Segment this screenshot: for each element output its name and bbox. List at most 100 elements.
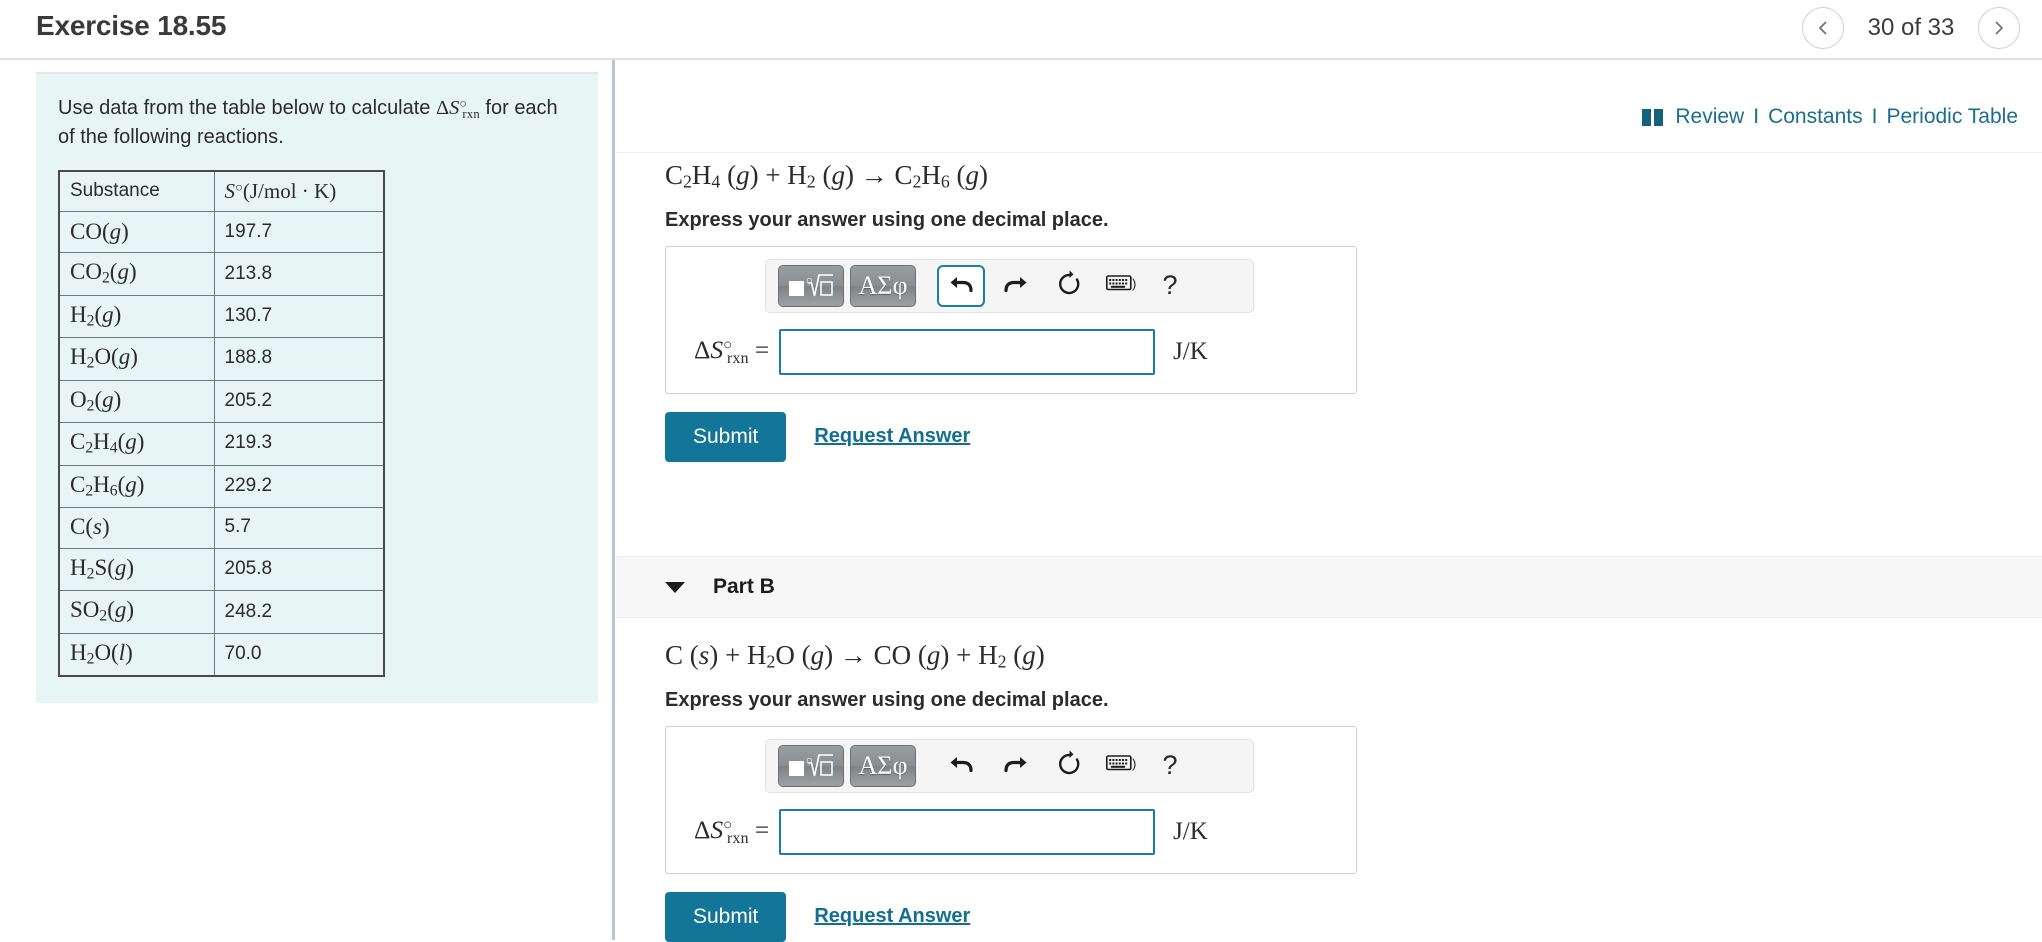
substance-formula: O2(g) — [70, 386, 122, 415]
constants-link[interactable]: Constants — [1768, 105, 1863, 129]
cell-substance: H2O(l) — [58, 632, 215, 677]
review-link[interactable]: Review — [1675, 105, 1744, 129]
keyboard-button[interactable]: ) — [1099, 745, 1147, 787]
part-a-answer-unit: J/K — [1173, 337, 1208, 365]
redo-button[interactable] — [991, 265, 1039, 307]
keyboard-icon: ) — [1106, 753, 1140, 778]
page-title: Exercise 18.55 — [36, 10, 227, 41]
greek-symbols-button[interactable]: ΑΣφ — [850, 264, 916, 307]
part-a-submit-button[interactable]: Submit — [665, 411, 787, 462]
entropy-value: 70.0 — [224, 643, 262, 665]
next-exercise-button[interactable] — [1978, 7, 2020, 49]
substance-formula: SO2(g) — [70, 597, 135, 625]
part-a-body: C2H4 (g) + H2 (g) → C2H6 (g) Express you… — [616, 160, 2042, 462]
part-b-answer-label: ΔS○rxn = — [694, 815, 770, 847]
redo-button[interactable] — [991, 745, 1039, 787]
table-row: SO2(g) 248.2 — [58, 590, 385, 634]
math-template-button[interactable]: ▫ — [778, 264, 844, 307]
substance-formula: H2O(g) — [70, 344, 138, 372]
undo-button[interactable] — [937, 264, 985, 307]
part-b-body: C (s) + H2O (g) → CO (g) + H2 (g) Expres… — [616, 640, 2042, 942]
keyboard-button[interactable]: ) — [1099, 265, 1147, 307]
substance-formula: CO(g) — [70, 218, 129, 244]
pagination: 30 of 33 — [1802, 7, 2020, 49]
cell-entropy-value: 70.0 — [213, 632, 385, 677]
cell-entropy-value: 229.2 — [213, 464, 385, 508]
answer-panel: Review I Constants I Periodic Table C2H4… — [616, 60, 2042, 942]
statement-prefix: Use data from the table below to calcula… — [58, 97, 436, 119]
table-row: CO2(g) 213.8 — [58, 252, 385, 296]
undo-arrow-icon — [948, 751, 975, 780]
svg-text:): ) — [1132, 276, 1136, 291]
table-row: C(s) 5.7 — [58, 506, 385, 549]
resource-links: Review I Constants I Periodic Table — [1642, 105, 2018, 129]
greek-symbols-button[interactable]: ΑΣφ — [850, 744, 916, 787]
sqrt-template-icon: ▫ — [789, 273, 833, 296]
chevron-left-icon — [1815, 20, 1831, 36]
entropy-value: 205.2 — [224, 389, 273, 411]
column-divider — [612, 60, 615, 940]
caret-down-icon — [665, 581, 685, 593]
table-row: H2S(g) 205.8 — [58, 547, 385, 592]
cell-entropy-value: 197.7 — [213, 211, 385, 254]
help-button[interactable]: ? — [1153, 750, 1187, 781]
part-b-request-answer-link[interactable]: Request Answer — [814, 905, 970, 928]
part-a-answer-row: ΔS○rxn = J/K — [680, 328, 1342, 375]
part-b-answer-box: ▫ ΑΣφ) ? ΔS○rxn = J/K — [665, 725, 1357, 874]
part-a-math-toolbar: ▫ ΑΣφ) ? — [765, 258, 1254, 313]
part-b-instruction: Express your answer using one decimal pl… — [665, 688, 1109, 711]
part-a-answer-box: ▫ ΑΣφ) ? ΔS○rxn = J/K — [665, 245, 1357, 394]
keyboard-icon: ) — [1106, 273, 1140, 298]
entropy-header-formula: S○(J/mol · K) — [224, 178, 337, 203]
part-b-title: Part B — [713, 575, 775, 598]
problem-card: Use data from the table below to calcula… — [36, 74, 598, 704]
part-b-submit-button[interactable]: Submit — [665, 891, 787, 942]
delta-s-rxn-symbol: ΔS○rxn — [436, 96, 480, 121]
page-header: Exercise 18.55 30 of 33 — [0, 0, 2042, 60]
redo-arrow-icon — [1002, 751, 1029, 780]
part-b-answer-input[interactable] — [779, 808, 1156, 855]
reset-circular-arrow-icon — [1056, 270, 1083, 302]
cell-entropy-value: 130.7 — [213, 294, 385, 339]
cell-substance: H2O(g) — [58, 337, 215, 381]
periodic-table-link[interactable]: Periodic Table — [1886, 105, 2018, 129]
undo-arrow-icon — [948, 271, 975, 300]
part-b-math-toolbar: ▫ ΑΣφ) ? — [765, 738, 1254, 793]
part-b-header[interactable]: Part B — [616, 556, 2042, 618]
book-icon — [1642, 108, 1664, 126]
cell-entropy-value: 205.2 — [213, 379, 385, 424]
svg-text:): ) — [1132, 756, 1136, 771]
cell-substance: H2(g) — [58, 294, 215, 339]
part-a-equation: C2H4 (g) + H2 (g) → C2H6 (g) — [665, 160, 989, 192]
cell-substance: SO2(g) — [58, 590, 215, 634]
part-b-equation: C (s) + H2O (g) → CO (g) + H2 (g) — [665, 640, 1045, 672]
substance-formula: CO2(g) — [70, 259, 137, 287]
entropy-value: 197.7 — [224, 220, 273, 242]
part-a-answer-input[interactable] — [779, 328, 1156, 375]
undo-button[interactable] — [937, 745, 985, 787]
part-a-actions: Submit Request Answer — [665, 411, 2042, 462]
entropy-value: 205.8 — [224, 558, 273, 580]
previous-exercise-button[interactable] — [1802, 7, 1844, 49]
link-separator-2: I — [1871, 105, 1878, 128]
part-a-answer-label: ΔS○rxn = — [694, 335, 770, 367]
entropy-value: 213.8 — [224, 262, 273, 284]
column-header-entropy: S○(J/mol · K) — [213, 170, 385, 213]
reset-button[interactable] — [1045, 265, 1093, 307]
cell-substance: CO2(g) — [58, 252, 215, 296]
substance-formula: C2H6(g) — [70, 471, 145, 499]
substance-formula: C(s) — [70, 514, 110, 540]
reset-circular-arrow-icon — [1056, 750, 1083, 782]
entropy-value: 219.3 — [224, 432, 273, 454]
cell-substance: CO(g) — [58, 211, 215, 254]
reset-button[interactable] — [1045, 745, 1093, 787]
cell-substance: C2H6(g) — [58, 464, 215, 508]
substance-formula: H2O(l) — [70, 639, 133, 668]
part-a-request-answer-link[interactable]: Request Answer — [814, 425, 970, 448]
math-template-button[interactable]: ▫ — [778, 744, 844, 787]
entropy-value: 229.2 — [224, 474, 273, 496]
table-row: CO(g) 197.7 — [58, 211, 385, 254]
help-button[interactable]: ? — [1153, 270, 1187, 301]
entropy-value: 248.2 — [224, 600, 273, 622]
cell-substance: H2S(g) — [58, 547, 215, 592]
